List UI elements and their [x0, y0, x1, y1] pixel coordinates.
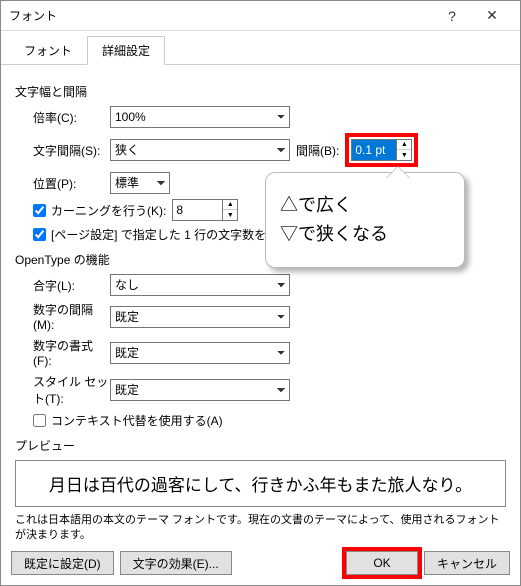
num-spacing-select[interactable]: 既定: [110, 306, 290, 328]
num-form-label: 数字の書式(F):: [15, 337, 110, 368]
cancel-button[interactable]: キャンセル: [424, 551, 510, 575]
scale-label: 倍率(C):: [15, 109, 110, 126]
position-label: 位置(P):: [15, 175, 110, 192]
kerning-input[interactable]: [173, 200, 217, 220]
help-button[interactable]: ?: [432, 2, 472, 30]
tab-font[interactable]: フォント: [9, 36, 87, 65]
context-alt-label: コンテキスト代替を使用する(A): [51, 412, 223, 429]
page-setup-checkbox[interactable]: [33, 228, 46, 241]
dialog-title: フォント: [9, 7, 432, 24]
style-set-select[interactable]: 既定: [110, 379, 290, 401]
kerning-spinner[interactable]: ▲ ▼: [172, 199, 238, 221]
position-select[interactable]: 標準: [110, 172, 170, 194]
spinner-down-icon[interactable]: ▼: [223, 210, 237, 220]
instruction-callout: △で広く ▽で狭くなる: [265, 172, 465, 268]
preview-box: 月日は百代の過客にして、行きかふ年もまた旅人なり。: [15, 460, 506, 507]
page-setup-label: [ページ設定] で指定した 1 行の文字数を: [51, 226, 266, 243]
spinner-up-icon[interactable]: ▲: [397, 140, 411, 150]
kerning-checkbox[interactable]: [33, 204, 46, 217]
button-bar: 既定に設定(D) 文字の効果(E)... OK キャンセル: [1, 543, 520, 585]
preview-description: これは日本語用の本文のテーマ フォントです。現在の文書のテーマによって、使用され…: [15, 513, 506, 543]
set-default-button[interactable]: 既定に設定(D): [11, 551, 114, 575]
text-effects-button[interactable]: 文字の効果(E)...: [120, 551, 232, 575]
spacing-select[interactable]: 狭く: [110, 139, 290, 161]
callout-line1: △で広く: [280, 191, 450, 220]
scale-select[interactable]: 100%: [110, 106, 290, 128]
font-dialog: フォント ? ✕ フォント 詳細設定 文字幅と間隔 倍率(C): 100% 文字…: [0, 0, 521, 586]
style-set-label: スタイル セット(T):: [15, 373, 110, 407]
spinner-up-icon[interactable]: ▲: [223, 200, 237, 210]
tab-advanced[interactable]: 詳細設定: [87, 36, 165, 65]
callout-line2: ▽で狭くなる: [280, 220, 450, 249]
preview-label: プレビュー: [15, 437, 506, 454]
context-alt-checkbox[interactable]: [33, 414, 46, 427]
ligature-label: 合字(L):: [15, 277, 110, 294]
ok-button[interactable]: OK: [346, 551, 418, 575]
kerning-label: カーニングを行う(K):: [51, 202, 166, 219]
spacing-label: 文字間隔(S):: [15, 142, 110, 159]
num-spacing-label: 数字の間隔(M):: [15, 301, 110, 332]
close-button[interactable]: ✕: [472, 2, 512, 30]
content-area: 文字幅と間隔 倍率(C): 100% 文字間隔(S): 狭く 間隔(B): ▲ …: [1, 65, 520, 543]
titlebar: フォント ? ✕: [1, 1, 520, 31]
num-form-select[interactable]: 既定: [110, 342, 290, 364]
spacing-gap-label: 間隔(B):: [296, 142, 339, 159]
section-character-spacing: 文字幅と間隔: [15, 83, 506, 100]
ligature-select[interactable]: なし: [110, 274, 290, 296]
tab-bar: フォント 詳細設定: [1, 31, 520, 65]
